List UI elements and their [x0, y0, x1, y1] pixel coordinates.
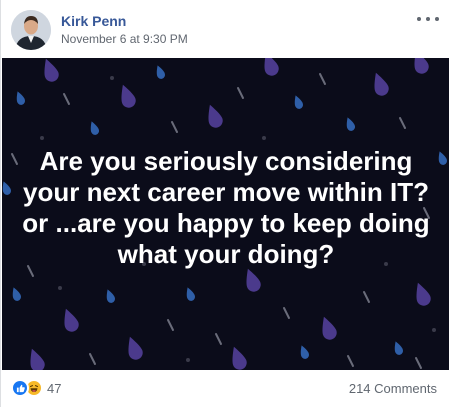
post-timestamp[interactable]: November 6 at 9:30 PM [61, 32, 188, 46]
comments-count-link[interactable]: 214 Comments [349, 381, 437, 396]
author-name[interactable]: Kirk Penn [61, 13, 126, 29]
reaction-count: 47 [47, 380, 62, 396]
post-card: Kirk Penn November 6 at 9:30 PM Are you … [0, 0, 449, 407]
dot [435, 17, 439, 21]
status-background[interactable]: Are you seriously considering your next … [2, 58, 449, 370]
post-header: Kirk Penn November 6 at 9:30 PM [11, 10, 439, 50]
avatar-image [11, 10, 51, 50]
dot [426, 17, 430, 21]
reactions-summary[interactable]: 47 [11, 379, 61, 397]
more-options-icon[interactable] [417, 12, 439, 26]
post-footer: 47 214 Comments [11, 374, 437, 402]
dot [417, 17, 421, 21]
like-icon [11, 379, 29, 397]
status-text: Are you seriously considering your next … [22, 146, 430, 269]
laughing-face-icon [29, 385, 39, 392]
author-avatar[interactable] [11, 10, 51, 50]
thumbs-up-icon [16, 384, 25, 392]
